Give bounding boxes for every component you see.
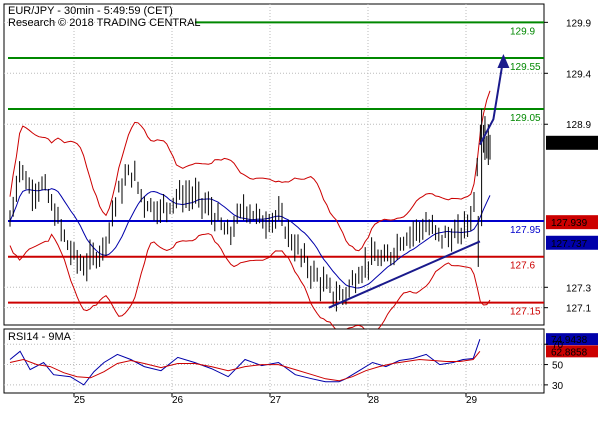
- time-axis: 25 26 27 28 29: [73, 393, 478, 406]
- level-label: 127.15: [510, 307, 541, 318]
- level-label: 129.9: [510, 26, 535, 37]
- price-badges: 128.718 127.939 127.737: [546, 135, 598, 250]
- current-price-label: 128.718: [551, 139, 588, 150]
- y-tick-label: 127.1: [566, 304, 591, 315]
- rsi-y-tick-label: 70: [552, 340, 564, 351]
- level-label: 127.95: [510, 225, 541, 236]
- y-tick-label: 129.4: [566, 69, 591, 80]
- level-label: 129.55: [510, 62, 541, 73]
- price-panel: 129.9 129.55 129.05 127.95 127.6 127.15 EUR/J…: [3, 3, 545, 335]
- price-badge-label: 127.737: [551, 239, 588, 250]
- chart-title: EUR/JPY - 30min - 5:49:59 (CET): [8, 5, 173, 17]
- rsi-y-tick-label: 30: [552, 381, 564, 392]
- y-tick-label: 127.3: [566, 283, 591, 294]
- rsi-panel: 74.943862.8858 RSI14 - 9MA: [3, 328, 598, 394]
- price-panel-border: [3, 3, 545, 326]
- level-label: 129.05: [510, 113, 541, 124]
- x-tick-label: 26: [172, 395, 184, 406]
- x-tick-label: 27: [270, 395, 282, 406]
- x-tick-label: 29: [466, 395, 478, 406]
- price-badge-label: 127.939: [551, 218, 588, 229]
- x-tick-label: 28: [368, 395, 380, 406]
- chart-copyright: Research © 2018 TRADING CENTRAL: [8, 17, 201, 29]
- price-axis: 129.9 129.4 128.9 127.3 127.1: [544, 18, 591, 315]
- y-tick-label: 128.9: [566, 120, 591, 131]
- chart-canvas: 129.9 129.55 129.05 127.95 127.6 127.15 EUR/J…: [3, 3, 598, 406]
- level-label: 127.6: [510, 261, 535, 272]
- y-tick-label: 129.9: [566, 18, 591, 29]
- x-tick-label: 25: [74, 395, 86, 406]
- rsi-y-tick-label: 50: [552, 361, 564, 372]
- rsi-title: RSI14 - 9MA: [8, 331, 72, 343]
